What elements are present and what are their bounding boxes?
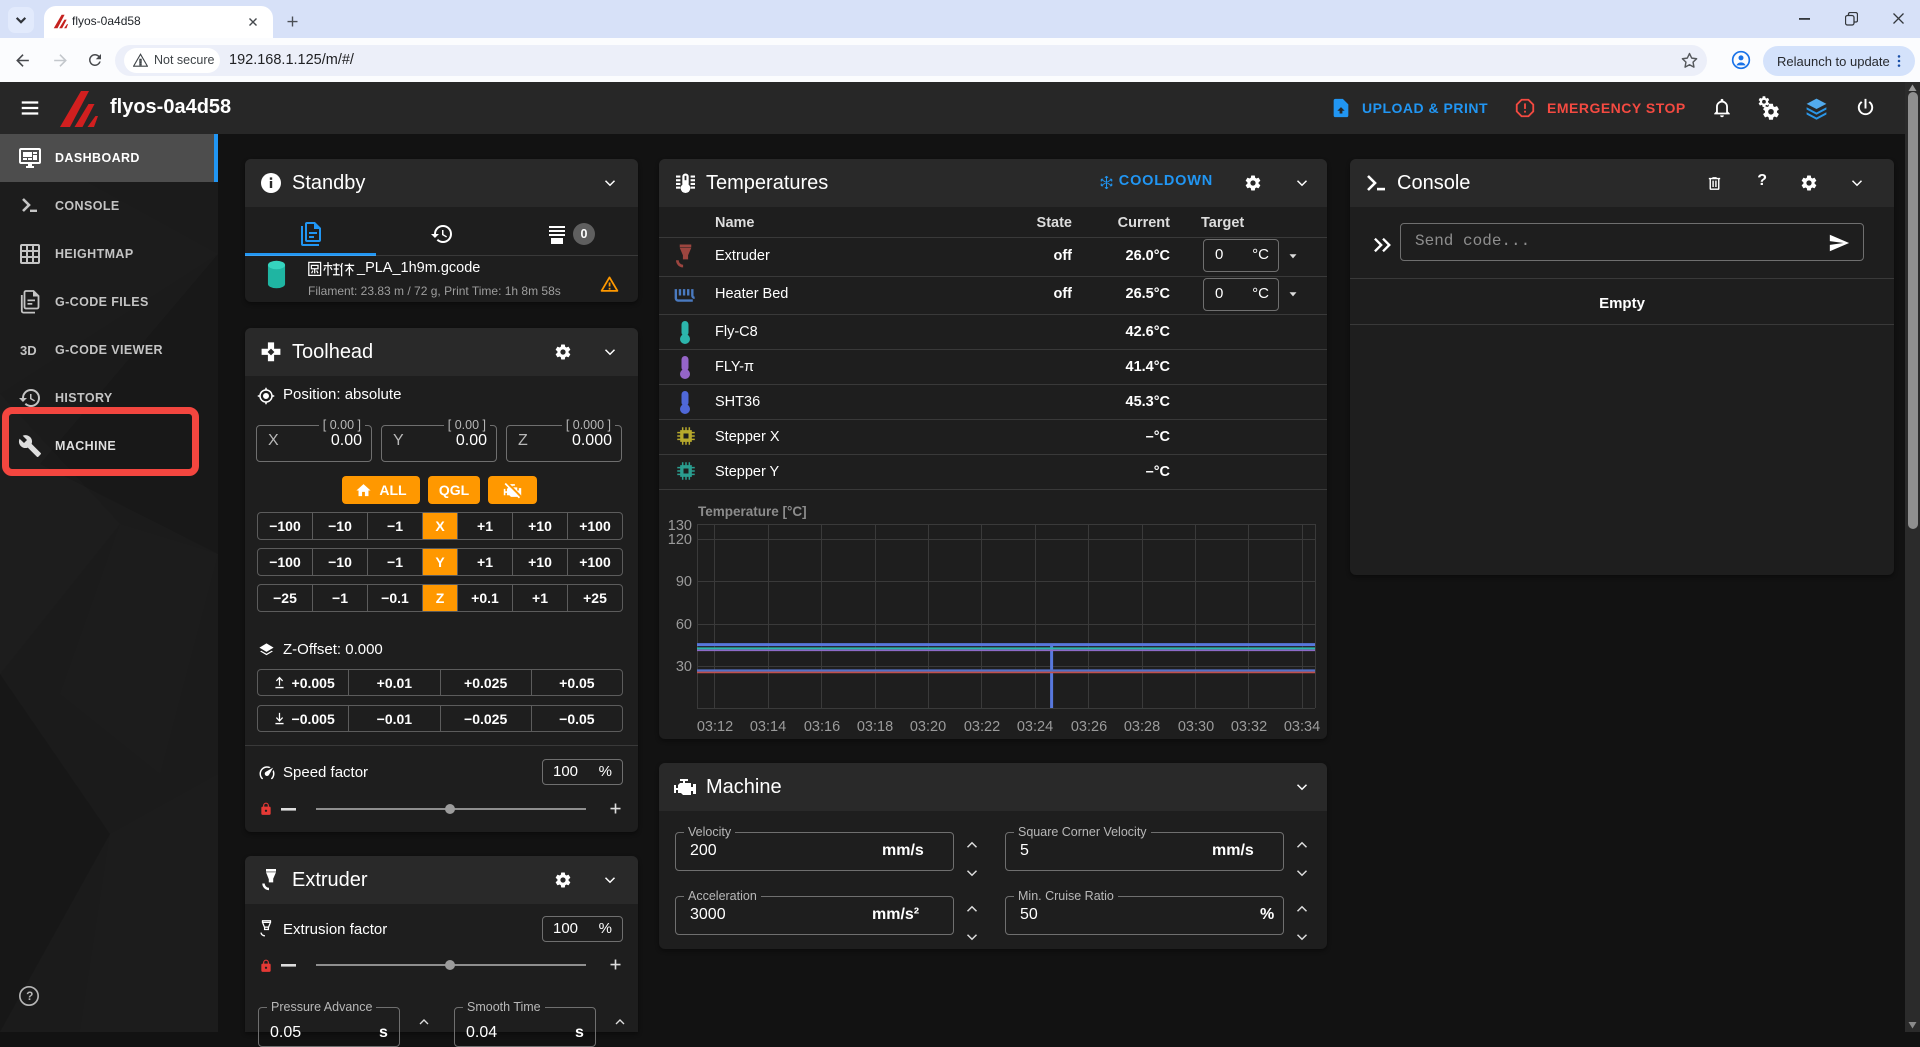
svg-text:60: 60 — [676, 617, 692, 633]
svg-text:120: 120 — [668, 532, 692, 548]
svg-text:Temperature [°C]: Temperature [°C] — [698, 504, 807, 519]
svg-text:?: ? — [26, 989, 33, 1003]
svg-text:03:24: 03:24 — [1017, 719, 1053, 735]
svg-text:03:16: 03:16 — [804, 719, 840, 735]
svg-text:03:32: 03:32 — [1231, 719, 1267, 735]
svg-text:03:18: 03:18 — [857, 719, 893, 735]
svg-text:03:20: 03:20 — [910, 719, 946, 735]
svg-text:03:30: 03:30 — [1178, 719, 1214, 735]
svg-text:03:14: 03:14 — [750, 719, 786, 735]
svg-text:90: 90 — [676, 574, 692, 590]
svg-text:03:22: 03:22 — [964, 719, 1000, 735]
svg-text:03:12: 03:12 — [697, 719, 733, 735]
svg-text:30: 30 — [676, 659, 692, 675]
svg-text:03:34: 03:34 — [1284, 719, 1320, 735]
svg-text:3D: 3D — [20, 343, 37, 358]
svg-text:03:28: 03:28 — [1124, 719, 1160, 735]
svg-text:03:26: 03:26 — [1071, 719, 1107, 735]
